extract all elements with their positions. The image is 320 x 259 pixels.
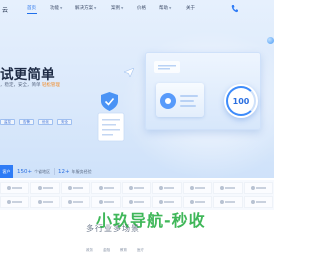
- nav-features-label: 功能: [50, 6, 59, 11]
- industry-tab[interactable]: 政务: [86, 248, 93, 253]
- partner-logo: [30, 182, 60, 194]
- nav-home[interactable]: 首页: [27, 5, 36, 11]
- document-icon: [97, 112, 125, 142]
- top-nav: 云 首页 功能 ▼ 解决方案 ▼ 案例 ▼ 价格 帮助 ▼ 关于: [0, 0, 274, 18]
- logo-row: [0, 182, 274, 194]
- industry-tab[interactable]: 医疗: [137, 248, 144, 253]
- hero-subline: ，稳定，安全，简单 轻松管理: [0, 82, 60, 88]
- partner-logo: [0, 182, 30, 194]
- disc-icon: [160, 93, 198, 109]
- chevron-down-icon: ▼: [121, 6, 124, 10]
- nav-active-underline: [27, 13, 37, 14]
- nav-pricing-label: 价格: [137, 6, 146, 11]
- hero-tag[interactable]: 监控: [0, 119, 15, 125]
- stat-customers: 客户: [0, 165, 13, 178]
- hero-tags: 监控 告警 优化 安全: [0, 119, 72, 125]
- nav-pricing[interactable]: 价格: [137, 5, 146, 11]
- partner-logo-wall: [0, 180, 274, 210]
- partner-logo: [60, 196, 91, 208]
- stat-years-unit: 年服务经验: [71, 168, 92, 174]
- subline-highlight: 轻松管理: [41, 83, 60, 88]
- hero-tag[interactable]: 安全: [57, 119, 72, 125]
- floating-bubble: [267, 37, 274, 44]
- nav-about[interactable]: 关于: [186, 5, 195, 11]
- logo-text[interactable]: 云: [2, 5, 8, 14]
- nav-cases[interactable]: 案例 ▼: [111, 5, 123, 11]
- paper-plane-icon: [124, 68, 134, 77]
- subline-text: ，稳定，安全，简单: [0, 83, 41, 88]
- screen-panel: [156, 83, 204, 117]
- partner-logo: [91, 182, 121, 194]
- nav-solutions-label: 解决方案: [75, 6, 93, 11]
- nav-about-label: 关于: [186, 6, 195, 11]
- chevron-down-icon: ▼: [169, 6, 172, 10]
- hero-tag[interactable]: 告警: [19, 119, 34, 125]
- partner-logo: [182, 182, 213, 194]
- partner-logo: [243, 182, 273, 194]
- industry-tab[interactable]: 教育: [120, 248, 127, 253]
- partner-logo: [152, 182, 182, 194]
- nav-solutions[interactable]: 解决方案 ▼: [75, 5, 96, 11]
- nav-features[interactable]: 功能 ▼: [50, 5, 62, 11]
- stat-years-num: 12+: [58, 168, 70, 175]
- partner-logo: [60, 182, 91, 194]
- partner-logo: [213, 196, 243, 208]
- nav-cases-label: 案例: [111, 6, 120, 11]
- stat-divider: [54, 168, 55, 175]
- score-gauge: 100: [224, 84, 258, 118]
- stat-regions-num: 150+: [17, 168, 33, 175]
- stat-years: 12+ 年服务经验: [58, 165, 92, 178]
- industry-tabs: 政务 金融 教育 医疗: [86, 248, 144, 253]
- monitor-header: [154, 61, 180, 73]
- phone-icon[interactable]: [231, 4, 238, 13]
- partner-logo: [30, 196, 60, 208]
- stat-regions-unit: 个省地区: [34, 168, 51, 174]
- partner-logo: [121, 182, 152, 194]
- partner-logo: [243, 196, 273, 208]
- stat-regions: 150+ 个省地区: [17, 165, 50, 178]
- stats-bar: 客户 150+ 个省地区 12+ 年服务经验: [0, 165, 274, 178]
- gauge-value: 100: [232, 96, 250, 106]
- partner-logo: [0, 196, 30, 208]
- nav-help[interactable]: 帮助 ▼: [159, 5, 171, 11]
- hero-headline: 试更简单: [0, 67, 55, 83]
- hero-section: 云 首页 功能 ▼ 解决方案 ▼ 案例 ▼ 价格 帮助 ▼ 关于 试更简单 ，稳定，安全…: [0, 0, 274, 178]
- shield-icon: [101, 92, 118, 111]
- chevron-down-icon: ▼: [94, 6, 97, 10]
- nav-home-label: 首页: [27, 6, 36, 11]
- watermark-text: 小玖导航-秒收: [96, 211, 206, 230]
- chevron-down-icon: ▼: [60, 6, 63, 10]
- partner-logo: [213, 182, 243, 194]
- industry-tab[interactable]: 金融: [103, 248, 110, 253]
- hero-tag[interactable]: 优化: [38, 119, 53, 125]
- nav-help-label: 帮助: [159, 6, 168, 11]
